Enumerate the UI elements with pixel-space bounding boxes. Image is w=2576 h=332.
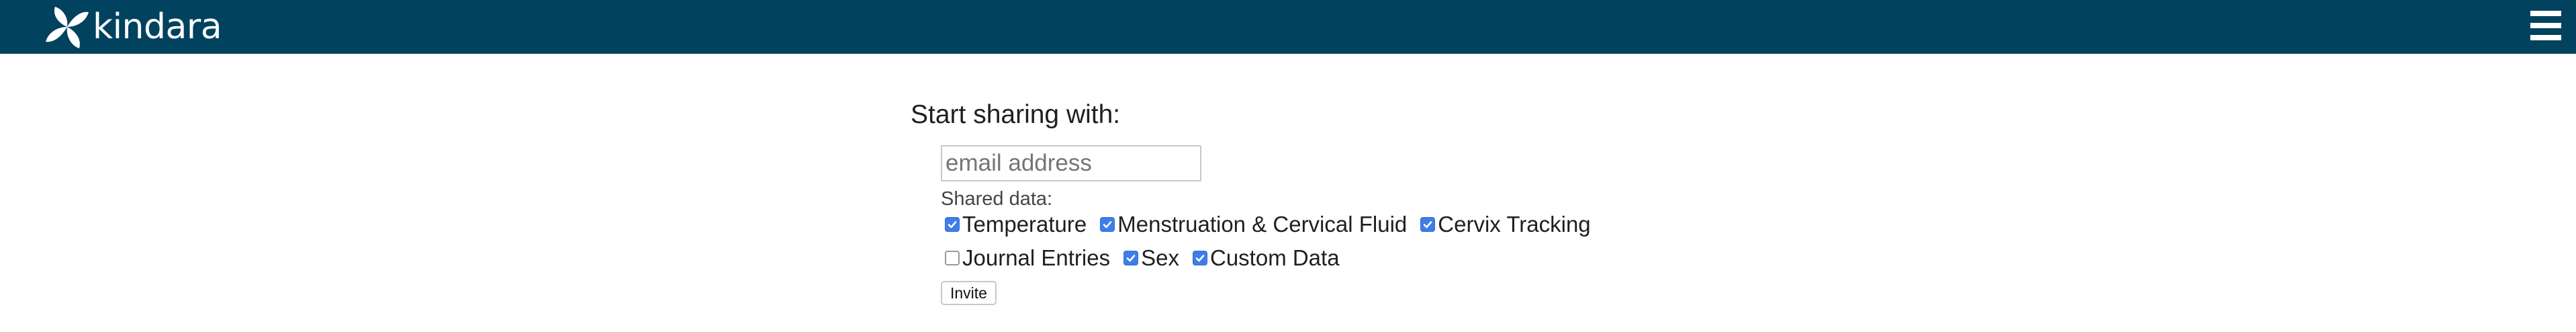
cervix-tracking-checkbox[interactable]	[1420, 217, 1436, 232]
journal-entries-checkbox[interactable]	[945, 251, 960, 265]
option-temperature[interactable]: Temperature	[941, 211, 1087, 238]
checkmark-icon	[948, 221, 957, 229]
shared-data-options-row-2: Journal Entries Sex Custom Data	[941, 245, 1349, 272]
logo-wordmark: kindara	[93, 7, 222, 47]
hamburger-menu-icon[interactable]	[2530, 11, 2561, 40]
menstruation-cervical-fluid-checkbox[interactable]	[1100, 217, 1115, 232]
sex-checkbox[interactable]	[1123, 251, 1139, 265]
shared-data-options-row-1: Temperature Menstruation & Cervical Flui…	[941, 211, 1600, 238]
option-sex[interactable]: Sex	[1119, 245, 1179, 272]
cervix-tracking-label: Cervix Tracking	[1438, 212, 1591, 237]
temperature-label: Temperature	[962, 212, 1087, 237]
option-journal-entries[interactable]: Journal Entries	[941, 245, 1110, 272]
menu-bar-bottom	[2530, 35, 2561, 40]
checkmark-icon	[1423, 221, 1432, 229]
option-cervix-tracking[interactable]: Cervix Tracking	[1416, 211, 1591, 238]
menu-bar-middle	[2530, 23, 2561, 28]
top-navbar: kindara	[0, 0, 2576, 54]
journal-entries-label: Journal Entries	[962, 245, 1111, 270]
custom-data-checkbox[interactable]	[1192, 251, 1207, 265]
temperature-checkbox[interactable]	[945, 217, 960, 232]
kindara-logo[interactable]: kindara	[43, 3, 222, 51]
shared-data-label: Shared data:	[941, 188, 1053, 210]
kindara-leaf-logo-icon	[46, 7, 89, 48]
option-custom-data[interactable]: Custom Data	[1189, 245, 1340, 272]
invite-button[interactable]: Invite	[941, 281, 997, 305]
checkmark-icon	[1195, 255, 1205, 262]
menu-bar-top	[2530, 11, 2561, 16]
share-heading: Start sharing with:	[911, 100, 1121, 129]
email-address-input[interactable]	[941, 145, 1201, 181]
option-menstruation-cervical-fluid[interactable]: Menstruation & Cervical Fluid	[1096, 211, 1407, 238]
custom-data-label: Custom Data	[1209, 245, 1340, 270]
checkmark-icon	[1126, 255, 1136, 262]
checkmark-icon	[1103, 221, 1112, 229]
sex-label: Sex	[1141, 245, 1179, 270]
share-section: Start sharing with: Shared data: Tempera…	[911, 99, 1591, 305]
menstruation-cervical-fluid-label: Menstruation & Cervical Fluid	[1117, 212, 1408, 237]
